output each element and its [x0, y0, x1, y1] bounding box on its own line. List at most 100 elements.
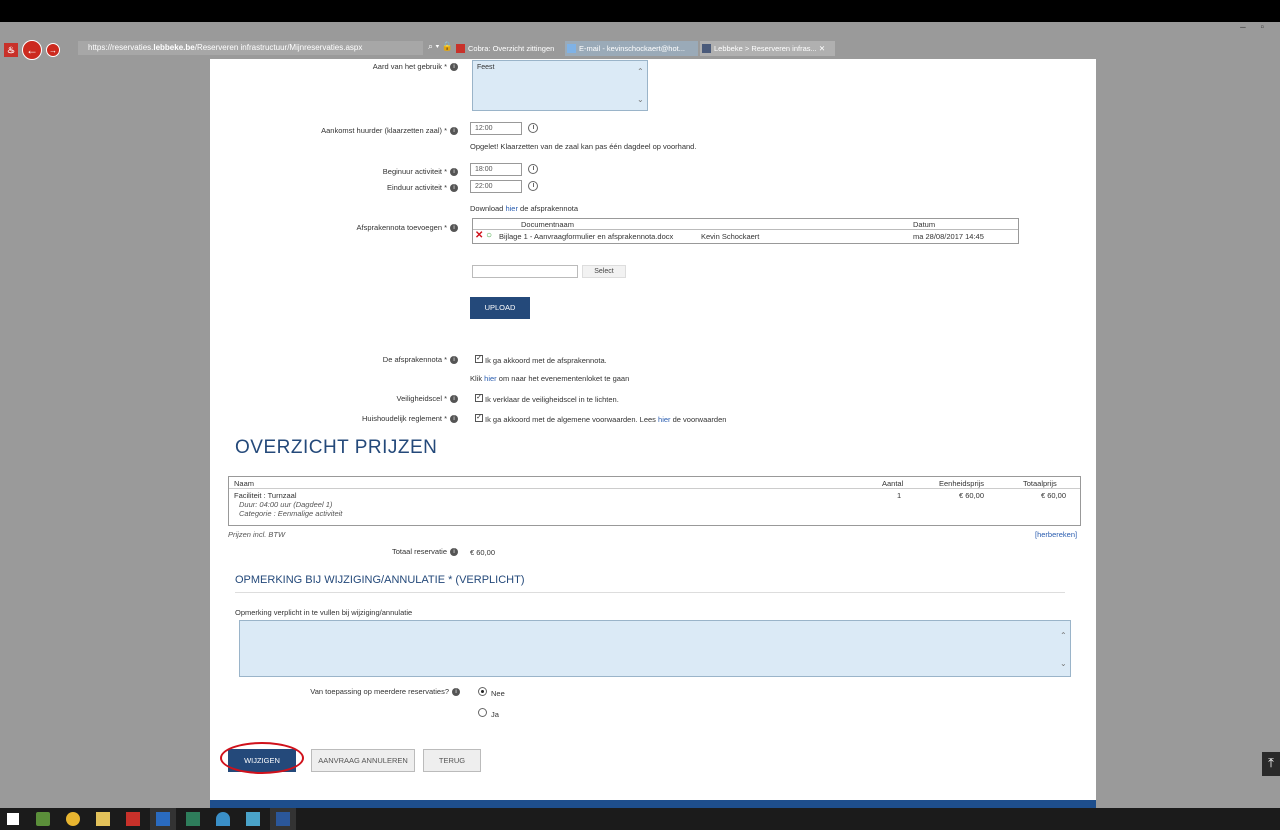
- remark-heading: OPMERKING BIJ WIJZIGING/ANNULATIE * (VER…: [235, 574, 525, 586]
- scroll-down-icon[interactable]: ⌄: [637, 95, 644, 104]
- total-label: Totaal reservatie i: [210, 547, 458, 557]
- mail-tab-icon: [567, 44, 576, 53]
- download-link[interactable]: hier: [505, 204, 518, 213]
- url-path: /Reserveren infrastructuur/Mijnreservati…: [194, 43, 363, 52]
- info-icon[interactable]: i: [450, 168, 458, 177]
- klik-text: Klik hier om naar het evenementenloket t…: [470, 374, 630, 383]
- recalc-link[interactable]: [herbereken]: [1035, 530, 1077, 539]
- document-user: Kevin Schockaert: [701, 232, 760, 241]
- info-icon[interactable]: i: [450, 548, 458, 557]
- photos-icon[interactable]: [30, 808, 56, 830]
- start-icon[interactable]: [0, 808, 26, 830]
- wifi-icon[interactable]: [210, 808, 236, 830]
- col-datum: Datum: [913, 220, 936, 229]
- aard-value: Feest: [477, 64, 495, 71]
- address-bar[interactable]: https://reservaties.lebbeke.be/Reservere…: [78, 41, 423, 55]
- row-total-price: € 60,00: [1041, 491, 1067, 500]
- cobra-tab-icon: [456, 44, 465, 53]
- network-icon[interactable]: [240, 808, 266, 830]
- screen-top-bar: [0, 0, 1280, 22]
- col-totaalprijs: Totaalprijs: [1023, 479, 1057, 488]
- table-header: Naam Aantal Eenheidsprijs Totaalprijs: [229, 477, 1080, 489]
- info-icon[interactable]: i: [450, 184, 458, 193]
- veiligheid-checkbox[interactable]: ✓: [475, 394, 483, 402]
- row-qty: 1: [897, 491, 902, 500]
- tm-app-icon[interactable]: [180, 808, 206, 830]
- table-header: Documentnaam Datum: [473, 219, 1018, 230]
- tab-label: Lebbeke > Reserveren infras... ✕: [714, 44, 826, 53]
- forward-button[interactable]: →: [46, 43, 60, 57]
- clock-icon[interactable]: [528, 181, 538, 191]
- scroll-up-icon[interactable]: ⌃: [637, 67, 644, 76]
- upload-button[interactable]: UPLOAD: [470, 297, 530, 319]
- radio-nee[interactable]: [478, 687, 487, 696]
- document-name[interactable]: Bijlage 1 - Aanvraagformulier en afsprak…: [499, 232, 673, 241]
- info-icon[interactable]: i: [450, 127, 458, 136]
- acrobat-icon[interactable]: [120, 808, 146, 830]
- begin-time-input[interactable]: 18:00: [470, 163, 522, 176]
- clock-icon[interactable]: [528, 123, 538, 133]
- tab-email[interactable]: E-mail - kevinschockaert@hot...: [565, 41, 698, 56]
- scroll-to-top-icon[interactable]: ⤒: [1262, 752, 1280, 776]
- col-naam: Naam: [234, 479, 255, 488]
- huishoud-checkbox[interactable]: ✓: [475, 414, 483, 422]
- page-tab-icon: [702, 44, 711, 53]
- file-input[interactable]: [472, 265, 578, 278]
- info-icon[interactable]: i: [450, 63, 458, 72]
- remark-textarea[interactable]: ⌃ ⌄: [239, 620, 1071, 677]
- col-documentnaam: Documentnaam: [521, 220, 574, 229]
- evenementenloket-link[interactable]: hier: [484, 374, 497, 383]
- info-icon[interactable]: i: [450, 395, 458, 404]
- afsprakennota-check-text: Ik ga akkoord met de afsprakennota.: [485, 356, 607, 365]
- total-value: € 60,00: [470, 548, 496, 557]
- prices-heading: OVERZICHT PRIJZEN: [235, 437, 438, 458]
- back-button[interactable]: ←: [22, 40, 42, 60]
- textarea-scrollbar[interactable]: ⌃ ⌄: [1058, 621, 1070, 676]
- word-icon[interactable]: [270, 808, 296, 830]
- eind-time-input[interactable]: 22:00: [470, 180, 522, 193]
- remark-hint: Opmerking verplicht in te vullen bij wij…: [235, 608, 413, 617]
- textarea-scrollbar[interactable]: ⌃ ⌄: [635, 61, 647, 110]
- info-icon[interactable]: i: [450, 224, 458, 233]
- chrome-icon[interactable]: [60, 808, 86, 830]
- row-unit-price: € 60,00: [959, 491, 985, 500]
- facility-category: Categorie : Eenmalige activiteit: [239, 509, 343, 518]
- radio-nee-label: Nee: [491, 689, 505, 698]
- facility-duration: Duur: 04:00 uur (Dagdeel 1): [239, 500, 333, 509]
- highlight-annotation: [220, 742, 304, 774]
- file-explorer-icon[interactable]: [90, 808, 116, 830]
- outlook-icon[interactable]: [150, 808, 176, 830]
- aard-textarea[interactable]: Feest ⌃ ⌄: [472, 60, 648, 111]
- afsprakennota-checkbox[interactable]: ✓: [475, 355, 483, 363]
- ok-icon: ○: [486, 230, 493, 241]
- document-date: ma 28/08/2017 14:45: [913, 232, 984, 241]
- prices-vat-note: Prijzen incl. BTW: [228, 530, 286, 539]
- aard-label: Aard van het gebruik * i: [210, 62, 458, 72]
- cancel-request-button[interactable]: AANVRAAG ANNULEREN: [311, 749, 415, 772]
- documents-table: Documentnaam Datum ✕ ○ Bijlage 1 - Aanvr…: [472, 218, 1019, 244]
- download-text: Download hier de afsprakennota: [470, 204, 579, 213]
- select-file-button[interactable]: Select: [582, 265, 626, 278]
- window-controls[interactable]: – ▫: [1240, 22, 1270, 36]
- info-icon[interactable]: i: [450, 415, 458, 424]
- eind-label: Einduur activiteit * i: [210, 183, 458, 193]
- facility-name: Faciliteit : Turnzaal: [234, 491, 297, 500]
- afspraken-label: Afsprakennota toevoegen * i: [210, 223, 458, 233]
- voorwaarden-link[interactable]: hier: [658, 415, 671, 424]
- scroll-down-icon[interactable]: ⌄: [1060, 659, 1067, 668]
- col-aantal: Aantal: [882, 479, 904, 488]
- taskbar: [0, 808, 1280, 830]
- info-icon[interactable]: i: [450, 356, 458, 365]
- remove-icon[interactable]: ✕: [475, 230, 483, 241]
- radio-ja[interactable]: [478, 708, 487, 717]
- clock-icon[interactable]: [528, 164, 538, 174]
- info-icon[interactable]: i: [452, 688, 460, 697]
- tab-lebbeke[interactable]: Lebbeke > Reserveren infras... ✕: [700, 41, 835, 56]
- table-row: ✕ ○ Bijlage 1 - Aanvraagformulier en afs…: [473, 230, 1018, 243]
- scroll-up-icon[interactable]: ⌃: [1060, 631, 1067, 640]
- tab-cobra[interactable]: Cobra: Overzicht zittingen: [454, 41, 564, 56]
- back-to-list-button[interactable]: TERUG: [423, 749, 481, 772]
- aankomst-time-input[interactable]: 12:00: [470, 122, 522, 135]
- prices-table: Naam Aantal Eenheidsprijs Totaalprijs Fa…: [228, 476, 1081, 526]
- tab-label: E-mail - kevinschockaert@hot...: [579, 44, 685, 53]
